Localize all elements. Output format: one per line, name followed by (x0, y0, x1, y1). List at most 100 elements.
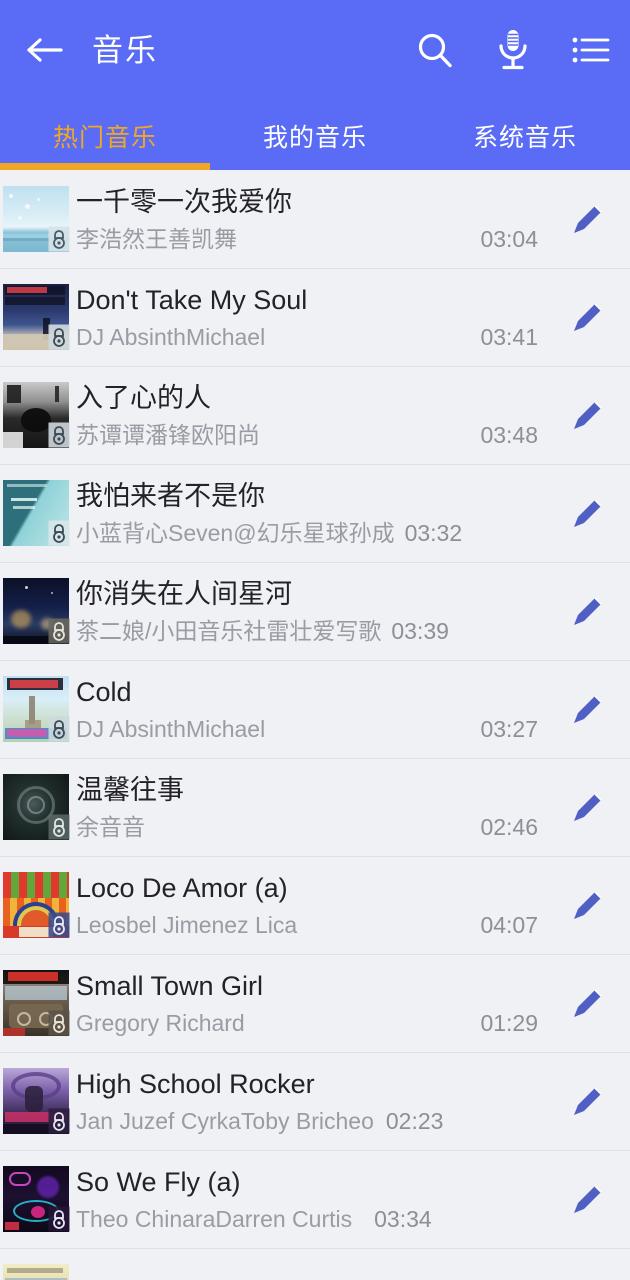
album-art-wrap (3, 284, 69, 350)
edit-button[interactable] (546, 660, 630, 758)
song-artist: 苏谭谭潘锋欧阳尚 (76, 422, 260, 448)
edit-button[interactable] (546, 856, 630, 954)
song-duration: 04:07 (480, 912, 538, 938)
song-meta: 温馨往事 余音音 02:46 (76, 766, 546, 848)
tab-label: 我的音乐 (262, 124, 367, 152)
tab-label: 热门音乐 (52, 124, 157, 152)
song-list[interactable]: 一千零一次我爱你 李浩然王善凯舞 03:04 Don't Take My Sou… (0, 170, 630, 1280)
edit-button[interactable] (546, 954, 630, 1052)
edit-button[interactable] (546, 562, 630, 660)
back-arrow-icon (25, 35, 65, 65)
song-title: High School Rocker (76, 1069, 315, 1099)
voice-search-button[interactable] (474, 0, 552, 100)
page-title: 音乐 (92, 32, 158, 68)
song-duration: 03:39 (391, 618, 449, 644)
song-subline: DJ AbsinthMichael 03:27 (76, 711, 546, 747)
song-subline: DJ AbsinthMichael 03:41 (76, 319, 546, 355)
song-subline: 余音音 02:46 (76, 809, 546, 845)
song-title: 我怕来者不是你 (76, 481, 265, 511)
tab-system-music[interactable]: 系统音乐 (420, 100, 630, 170)
edit-button[interactable] (546, 1248, 630, 1280)
table-row[interactable]: 温馨往事 余音音 02:46 (0, 758, 630, 856)
edit-button[interactable] (546, 1052, 630, 1150)
song-subline: Theo ChinaraDarren Curtis 03:34 (76, 1201, 546, 1237)
song-artist: 李浩然王善凯舞 (76, 226, 237, 252)
app-header: 音乐 热门音乐 我的音乐 系统音乐 (0, 0, 630, 170)
tab-hot-music[interactable]: 热门音乐 (0, 100, 210, 170)
song-title: 入了心的人 (76, 383, 211, 413)
song-meta: 拉德斯基进行曲 Radetsky March (76, 1256, 546, 1280)
table-row[interactable]: 入了心的人 苏谭谭潘锋欧阳尚 03:48 (0, 366, 630, 464)
song-artist: 茶二娘/小田音乐社雷壮爱写歌 (76, 618, 382, 644)
table-row[interactable]: Cold DJ AbsinthMichael 03:27 (0, 660, 630, 758)
pencil-edit-icon (568, 787, 608, 827)
pencil-edit-icon (568, 1179, 608, 1219)
album-art-wrap (3, 1068, 69, 1134)
table-row[interactable]: 拉德斯基进行曲 Radetsky March (0, 1248, 630, 1280)
song-artist: DJ AbsinthMichael (76, 324, 266, 350)
song-duration: 01:29 (480, 1010, 538, 1036)
song-meta: Small Town Girl Gregory Richard 01:29 (76, 962, 546, 1044)
song-title: Cold (76, 677, 132, 707)
tab-my-music[interactable]: 我的音乐 (210, 100, 420, 170)
microphone-icon (495, 28, 531, 72)
table-row[interactable]: Small Town Girl Gregory Richard 01:29 (0, 954, 630, 1052)
speaker-lock-badge-icon (46, 224, 71, 253)
song-duration: 03:27 (480, 716, 538, 742)
pencil-edit-icon (568, 395, 608, 435)
song-meta: Cold DJ AbsinthMichael 03:27 (76, 668, 546, 750)
search-button[interactable] (396, 0, 474, 100)
song-artist: DJ AbsinthMichael (76, 716, 266, 742)
song-duration: 03:48 (480, 422, 538, 448)
song-title: Small Town Girl (76, 971, 264, 1001)
table-row[interactable]: 一千零一次我爱你 李浩然王善凯舞 03:04 (0, 170, 630, 268)
edit-button[interactable] (546, 268, 630, 366)
album-art-wrap (3, 970, 69, 1036)
song-duration: 03:32 (404, 520, 463, 546)
song-duration: 02:23 (385, 1108, 444, 1134)
song-title: 一千零一次我爱你 (76, 187, 292, 217)
pencil-edit-icon (568, 885, 608, 925)
music-app-screen: 音乐 热门音乐 我的音乐 系统音乐 一千零一次我爱你 李浩然王善凯舞 03:04… (0, 0, 630, 1280)
album-art (3, 1264, 69, 1280)
album-art-wrap (3, 1264, 69, 1280)
pencil-edit-icon (568, 297, 608, 337)
edit-button[interactable] (546, 366, 630, 464)
album-art-wrap (3, 578, 69, 644)
back-button[interactable] (0, 0, 90, 100)
song-duration: 02:46 (480, 814, 538, 840)
song-meta: High School Rocker Jan Juzef CyrkaToby B… (76, 1060, 546, 1142)
album-art-wrap (3, 480, 69, 546)
speaker-lock-badge-icon (46, 1008, 71, 1037)
album-art-wrap (3, 382, 69, 448)
edit-button[interactable] (546, 1150, 630, 1248)
pencil-edit-icon (568, 591, 608, 631)
edit-button[interactable] (546, 170, 630, 268)
song-duration: 03:41 (480, 324, 538, 350)
song-subline: Gregory Richard 01:29 (76, 1005, 546, 1041)
speaker-lock-badge-icon (46, 1204, 71, 1233)
header-actions (396, 0, 630, 100)
table-row[interactable]: High School Rocker Jan Juzef CyrkaToby B… (0, 1052, 630, 1150)
pencil-edit-icon (568, 199, 608, 239)
table-row[interactable]: 我怕来者不是你 小蓝背心Seven@幻乐星球孙成 03:32 (0, 464, 630, 562)
song-subline: 苏谭谭潘锋欧阳尚 03:48 (76, 417, 546, 453)
song-artist: 余音音 (76, 814, 145, 840)
song-artist: Theo ChinaraDarren Curtis (76, 1206, 353, 1232)
song-title: 你消失在人间星河 (76, 579, 292, 609)
song-title: 温馨往事 (76, 775, 184, 805)
table-row[interactable]: Don't Take My Soul DJ AbsinthMichael 03:… (0, 268, 630, 366)
table-row[interactable]: So We Fly (a) Theo ChinaraDarren Curtis … (0, 1150, 630, 1248)
album-art-wrap (3, 774, 69, 840)
edit-button[interactable] (546, 758, 630, 856)
edit-button[interactable] (546, 464, 630, 562)
tab-label: 系统音乐 (472, 124, 577, 152)
album-art-wrap (3, 186, 69, 252)
table-row[interactable]: Loco De Amor (a) Leosbel Jimenez Lica 04… (0, 856, 630, 954)
table-row[interactable]: 你消失在人间星河 茶二娘/小田音乐社雷壮爱写歌 03:39 (0, 562, 630, 660)
speaker-lock-badge-icon (46, 714, 71, 743)
song-title: Don't Take My Soul (76, 285, 308, 315)
song-duration: 03:04 (480, 226, 538, 252)
album-art-wrap (3, 676, 69, 742)
menu-button[interactable] (552, 0, 630, 100)
